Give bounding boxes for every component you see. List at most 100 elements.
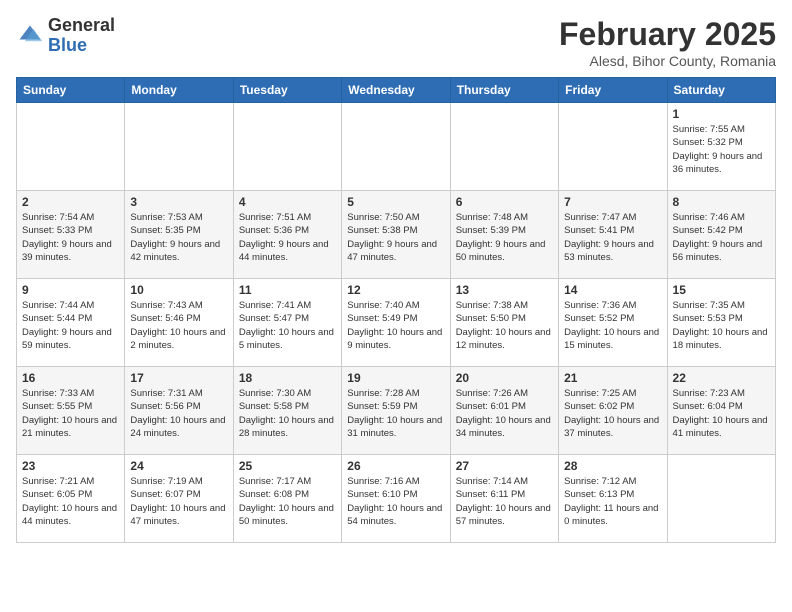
day-info: Sunrise: 7:47 AM Sunset: 5:41 PM Dayligh… xyxy=(564,211,661,264)
day-info: Sunrise: 7:30 AM Sunset: 5:58 PM Dayligh… xyxy=(239,387,336,440)
calendar-cell: 18 Sunrise: 7:30 AM Sunset: 5:58 PM Dayli… xyxy=(233,367,341,455)
calendar-cell: 28 Sunrise: 7:12 AM Sunset: 6:13 PM Dayli… xyxy=(559,455,667,543)
calendar-cell: 16 Sunrise: 7:33 AM Sunset: 5:55 PM Dayli… xyxy=(17,367,125,455)
calendar-cell: 5 Sunrise: 7:50 AM Sunset: 5:38 PM Daylig… xyxy=(342,191,450,279)
day-number: 12 xyxy=(347,283,444,297)
calendar-cell: 2 Sunrise: 7:54 AM Sunset: 5:33 PM Daylig… xyxy=(17,191,125,279)
day-number: 21 xyxy=(564,371,661,385)
weekday-header-sunday: Sunday xyxy=(17,78,125,103)
weekday-header-wednesday: Wednesday xyxy=(342,78,450,103)
calendar-cell xyxy=(233,103,341,191)
weekday-header-thursday: Thursday xyxy=(450,78,558,103)
day-info: Sunrise: 7:44 AM Sunset: 5:44 PM Dayligh… xyxy=(22,299,119,352)
weekday-header-row: SundayMondayTuesdayWednesdayThursdayFrid… xyxy=(17,78,776,103)
calendar-table: SundayMondayTuesdayWednesdayThursdayFrid… xyxy=(16,77,776,543)
calendar-cell: 27 Sunrise: 7:14 AM Sunset: 6:11 PM Dayli… xyxy=(450,455,558,543)
calendar-cell xyxy=(667,455,775,543)
calendar-cell: 24 Sunrise: 7:19 AM Sunset: 6:07 PM Dayli… xyxy=(125,455,233,543)
day-number: 18 xyxy=(239,371,336,385)
day-info: Sunrise: 7:35 AM Sunset: 5:53 PM Dayligh… xyxy=(673,299,770,352)
day-number: 9 xyxy=(22,283,119,297)
day-number: 15 xyxy=(673,283,770,297)
week-row-4: 16 Sunrise: 7:33 AM Sunset: 5:55 PM Dayli… xyxy=(17,367,776,455)
calendar-cell: 1 Sunrise: 7:55 AM Sunset: 5:32 PM Daylig… xyxy=(667,103,775,191)
day-number: 13 xyxy=(456,283,553,297)
calendar-cell: 23 Sunrise: 7:21 AM Sunset: 6:05 PM Dayli… xyxy=(17,455,125,543)
day-info: Sunrise: 7:54 AM Sunset: 5:33 PM Dayligh… xyxy=(22,211,119,264)
calendar-cell: 15 Sunrise: 7:35 AM Sunset: 5:53 PM Dayli… xyxy=(667,279,775,367)
day-number: 4 xyxy=(239,195,336,209)
day-info: Sunrise: 7:19 AM Sunset: 6:07 PM Dayligh… xyxy=(130,475,227,528)
day-info: Sunrise: 7:28 AM Sunset: 5:59 PM Dayligh… xyxy=(347,387,444,440)
day-number: 2 xyxy=(22,195,119,209)
calendar-cell xyxy=(342,103,450,191)
day-number: 14 xyxy=(564,283,661,297)
weekday-header-friday: Friday xyxy=(559,78,667,103)
title-block: February 2025 Alesd, Bihor County, Roman… xyxy=(559,16,776,69)
day-info: Sunrise: 7:26 AM Sunset: 6:01 PM Dayligh… xyxy=(456,387,553,440)
calendar-cell: 17 Sunrise: 7:31 AM Sunset: 5:56 PM Dayli… xyxy=(125,367,233,455)
weekday-header-tuesday: Tuesday xyxy=(233,78,341,103)
day-number: 22 xyxy=(673,371,770,385)
week-row-1: 1 Sunrise: 7:55 AM Sunset: 5:32 PM Daylig… xyxy=(17,103,776,191)
calendar-cell: 13 Sunrise: 7:38 AM Sunset: 5:50 PM Dayli… xyxy=(450,279,558,367)
weekday-header-saturday: Saturday xyxy=(667,78,775,103)
calendar-cell: 22Sunrise: 7:23 AM Sunset: 6:04 PM Dayli… xyxy=(667,367,775,455)
day-info: Sunrise: 7:50 AM Sunset: 5:38 PM Dayligh… xyxy=(347,211,444,264)
calendar-cell xyxy=(17,103,125,191)
month-title: February 2025 xyxy=(559,16,776,53)
day-info: Sunrise: 7:38 AM Sunset: 5:50 PM Dayligh… xyxy=(456,299,553,352)
day-number: 25 xyxy=(239,459,336,473)
day-info: Sunrise: 7:21 AM Sunset: 6:05 PM Dayligh… xyxy=(22,475,119,528)
day-number: 16 xyxy=(22,371,119,385)
day-number: 7 xyxy=(564,195,661,209)
day-number: 5 xyxy=(347,195,444,209)
day-info: Sunrise: 7:48 AM Sunset: 5:39 PM Dayligh… xyxy=(456,211,553,264)
day-info: Sunrise: 7:41 AM Sunset: 5:47 PM Dayligh… xyxy=(239,299,336,352)
calendar-cell: 19 Sunrise: 7:28 AM Sunset: 5:59 PM Dayli… xyxy=(342,367,450,455)
day-info: Sunrise: 7:12 AM Sunset: 6:13 PM Dayligh… xyxy=(564,475,661,528)
logo: General Blue xyxy=(16,16,115,56)
calendar-cell: 7 Sunrise: 7:47 AM Sunset: 5:41 PM Daylig… xyxy=(559,191,667,279)
day-number: 1 xyxy=(673,107,770,121)
calendar-cell: 9 Sunrise: 7:44 AM Sunset: 5:44 PM Daylig… xyxy=(17,279,125,367)
day-number: 8 xyxy=(673,195,770,209)
day-number: 27 xyxy=(456,459,553,473)
location: Alesd, Bihor County, Romania xyxy=(559,53,776,69)
day-number: 6 xyxy=(456,195,553,209)
calendar-cell: 12 Sunrise: 7:40 AM Sunset: 5:49 PM Dayli… xyxy=(342,279,450,367)
day-number: 28 xyxy=(564,459,661,473)
day-info: Sunrise: 7:51 AM Sunset: 5:36 PM Dayligh… xyxy=(239,211,336,264)
calendar-cell: 11 Sunrise: 7:41 AM Sunset: 5:47 PM Dayli… xyxy=(233,279,341,367)
calendar-cell: 21Sunrise: 7:25 AM Sunset: 6:02 PM Dayli… xyxy=(559,367,667,455)
day-info: Sunrise: 7:40 AM Sunset: 5:49 PM Dayligh… xyxy=(347,299,444,352)
page-header: General Blue February 2025 Alesd, Bihor … xyxy=(16,16,776,69)
calendar-cell: 3Sunrise: 7:53 AM Sunset: 5:35 PM Daylig… xyxy=(125,191,233,279)
day-info: Sunrise: 7:53 AM Sunset: 5:35 PM Dayligh… xyxy=(130,211,227,264)
day-number: 19 xyxy=(347,371,444,385)
day-number: 11 xyxy=(239,283,336,297)
calendar-cell: 10Sunrise: 7:43 AM Sunset: 5:46 PM Dayli… xyxy=(125,279,233,367)
day-info: Sunrise: 7:43 AM Sunset: 5:46 PM Dayligh… xyxy=(130,299,227,352)
day-number: 23 xyxy=(22,459,119,473)
logo-text: General Blue xyxy=(48,16,115,56)
day-number: 20 xyxy=(456,371,553,385)
day-info: Sunrise: 7:36 AM Sunset: 5:52 PM Dayligh… xyxy=(564,299,661,352)
week-row-2: 2 Sunrise: 7:54 AM Sunset: 5:33 PM Daylig… xyxy=(17,191,776,279)
calendar-cell xyxy=(450,103,558,191)
day-number: 24 xyxy=(130,459,227,473)
day-number: 26 xyxy=(347,459,444,473)
logo-blue: Blue xyxy=(48,35,87,55)
calendar-cell: 14 Sunrise: 7:36 AM Sunset: 5:52 PM Dayli… xyxy=(559,279,667,367)
week-row-3: 9 Sunrise: 7:44 AM Sunset: 5:44 PM Daylig… xyxy=(17,279,776,367)
calendar-cell: 6 Sunrise: 7:48 AM Sunset: 5:39 PM Daylig… xyxy=(450,191,558,279)
day-info: Sunrise: 7:55 AM Sunset: 5:32 PM Dayligh… xyxy=(673,123,770,176)
day-info: Sunrise: 7:33 AM Sunset: 5:55 PM Dayligh… xyxy=(22,387,119,440)
logo-icon xyxy=(16,22,44,50)
day-info: Sunrise: 7:17 AM Sunset: 6:08 PM Dayligh… xyxy=(239,475,336,528)
calendar-cell: 26Sunrise: 7:16 AM Sunset: 6:10 PM Dayli… xyxy=(342,455,450,543)
day-info: Sunrise: 7:14 AM Sunset: 6:11 PM Dayligh… xyxy=(456,475,553,528)
day-number: 17 xyxy=(130,371,227,385)
day-info: Sunrise: 7:31 AM Sunset: 5:56 PM Dayligh… xyxy=(130,387,227,440)
week-row-5: 23 Sunrise: 7:21 AM Sunset: 6:05 PM Dayli… xyxy=(17,455,776,543)
